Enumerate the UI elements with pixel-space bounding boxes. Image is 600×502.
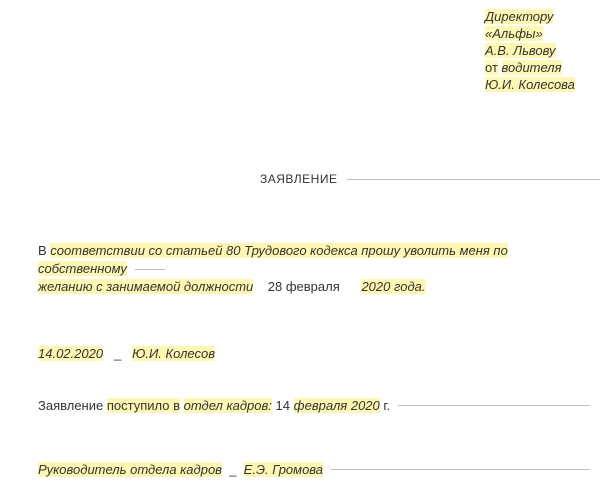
recv-rule [398, 405, 590, 406]
statement-body: В соответствии со статьей 80 Трудового к… [38, 242, 590, 296]
hr-head-name: Е.Э. Громова [244, 462, 323, 477]
body-year: 2020 года. [361, 279, 425, 294]
recv-month-year: февраля 2020 [294, 398, 380, 413]
signature-line: 14.02.2020 _ Ю.И. Колесов [38, 346, 215, 361]
from-name: Ю.И. Колесова [485, 77, 575, 92]
hr-head-line: Руководитель отдела кадров _ Е.Э. Громов… [38, 462, 590, 477]
document-page: Директору «Альфы» А.В. Львову от водител… [0, 0, 600, 502]
sign-name: Ю.И. Колесов [132, 346, 215, 361]
body-line1: соответствии со статьей 80 Трудового код… [38, 243, 508, 276]
addressee-block: Директору «Альфы» А.В. Львову от водител… [485, 8, 575, 93]
title-rule [347, 179, 600, 180]
sign-sep: _ [114, 346, 121, 361]
to-company: «Альфы» [485, 26, 543, 41]
received-line: Заявление поступило в отдел кадров: 14 ф… [38, 398, 590, 413]
hr-head-label: Руководитель отдела кадров [38, 462, 222, 477]
body-line2: желанию с занимаемой должности [38, 279, 253, 294]
recv-day: 14 [276, 398, 290, 413]
document-title: ЗАЯВЛЕНИЕ [260, 172, 347, 186]
recv-mid: поступило в [107, 398, 180, 413]
title-row: ЗАЯВЛЕНИЕ [0, 172, 600, 186]
recv-dept: отдел кадров: [184, 398, 272, 413]
recv-prefix: Заявление [38, 398, 103, 413]
from-position: водителя [502, 60, 562, 75]
hr-head-sep: _ [229, 462, 236, 477]
recv-suffix: г. [383, 398, 390, 413]
to-title: Директору [485, 9, 553, 24]
body-prefix: В [38, 243, 47, 258]
sign-date: 14.02.2020 [38, 346, 103, 361]
to-name: А.В. Львову [485, 43, 556, 58]
from-label: от [485, 60, 498, 75]
body-day: 28 февраля [268, 279, 340, 294]
hr-head-rule [331, 469, 590, 470]
